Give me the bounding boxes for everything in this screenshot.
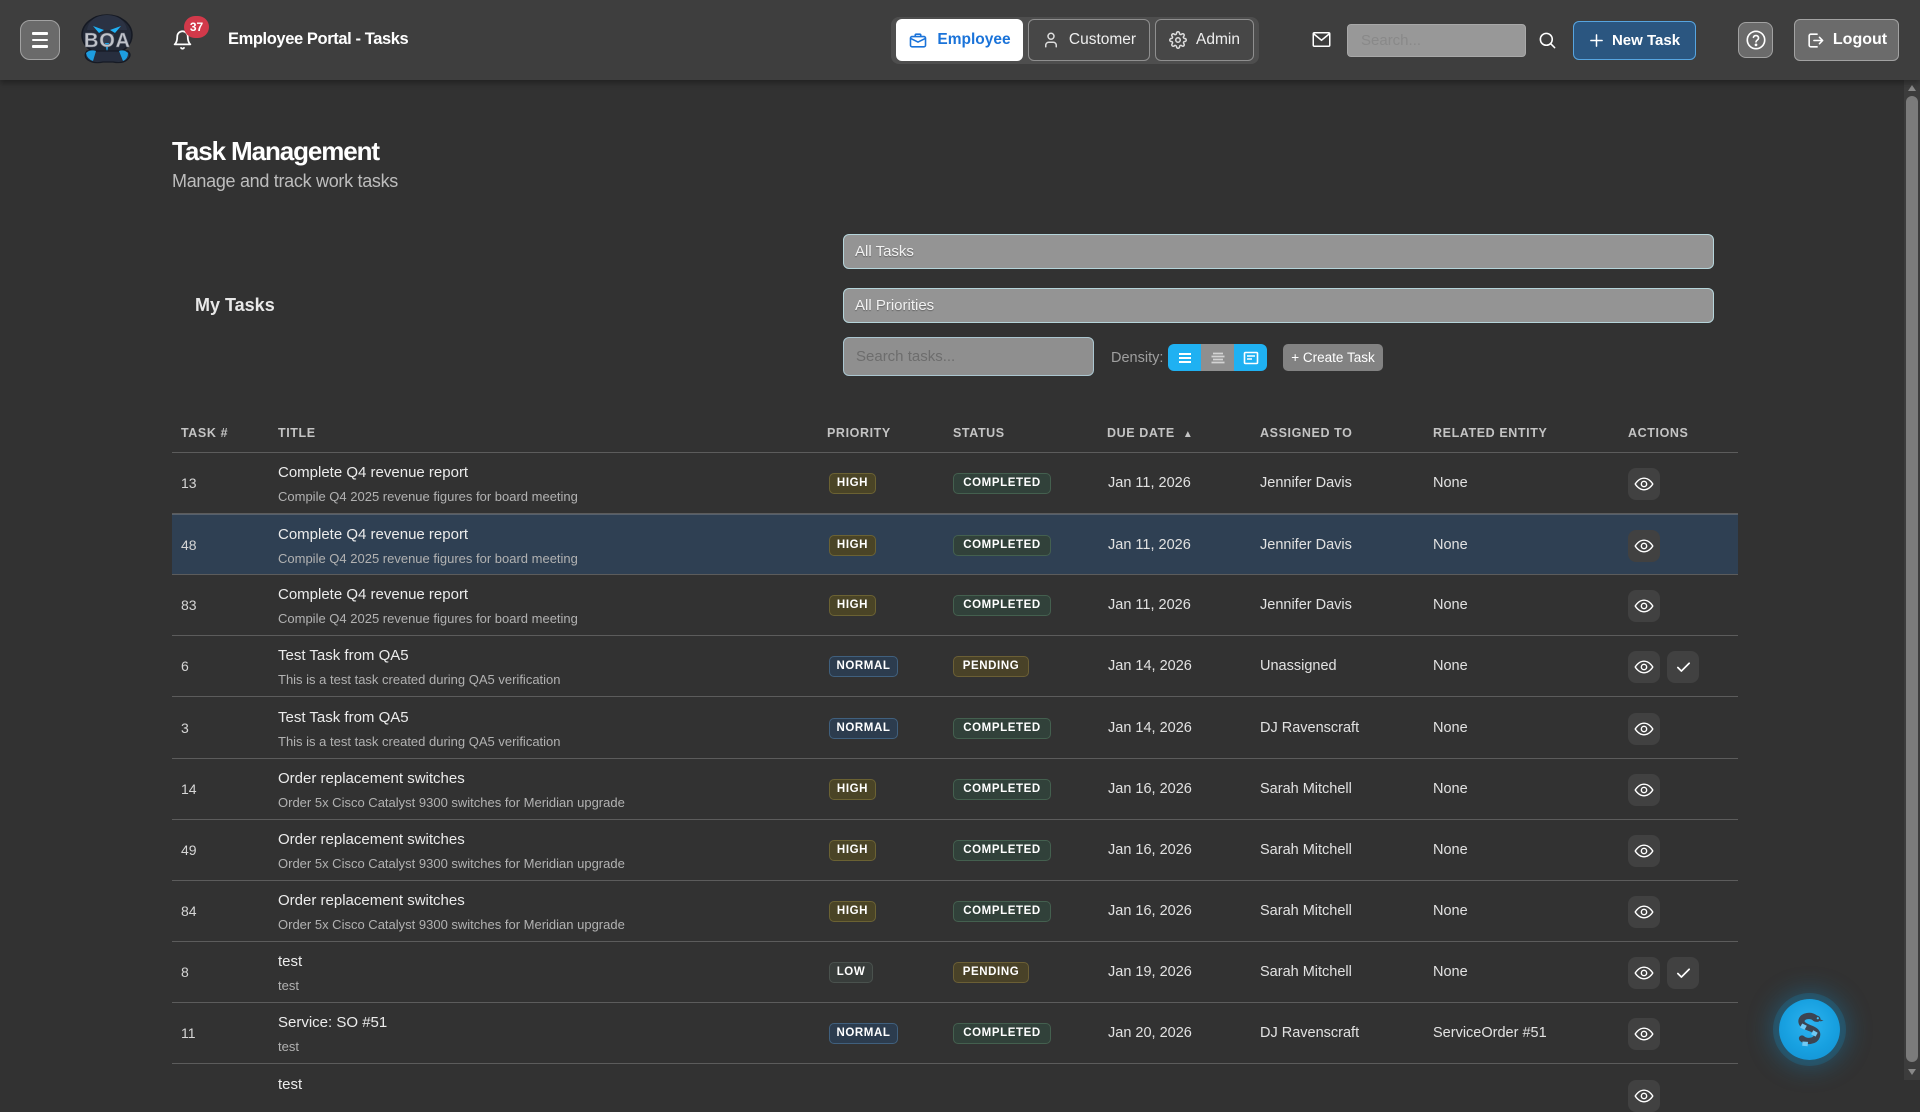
svg-text:BOA: BOA [84, 30, 130, 52]
